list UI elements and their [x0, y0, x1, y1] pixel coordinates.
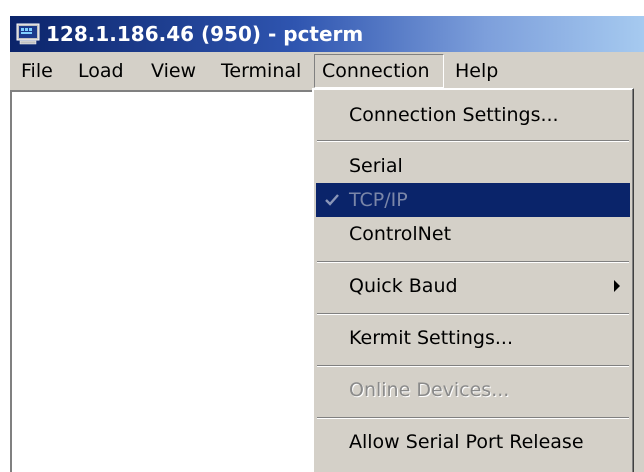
menu-item-controlnet[interactable]: ControlNet [316, 217, 630, 251]
menu-load[interactable]: Load [71, 54, 131, 88]
menu-item-quick-baud[interactable]: Quick Baud [316, 269, 630, 303]
menu-separator [317, 140, 629, 142]
menu-view[interactable]: View [144, 54, 203, 88]
menu-separator [317, 417, 629, 419]
title-bar[interactable]: 128.1.186.46 (950) - pcterm [10, 16, 644, 52]
menu-separator [317, 365, 629, 367]
terminal-area[interactable] [10, 90, 320, 472]
connection-menu-dropdown: Connection Settings... Serial TCP/IP Con… [312, 88, 634, 472]
terminal-app-icon [16, 23, 40, 45]
menu-item-tcpip[interactable]: TCP/IP [316, 183, 630, 217]
menu-bar: File Load View Terminal Connection Help [10, 54, 644, 88]
menu-item-label: Serial [349, 155, 403, 177]
menu-item-label: ControlNet [349, 223, 452, 245]
submenu-arrow-icon [614, 280, 620, 292]
window-title: 128.1.186.46 (950) - pcterm [46, 22, 364, 46]
menu-separator [317, 313, 629, 315]
menu-item-label: Connection Settings... [349, 104, 559, 126]
menu-terminal[interactable]: Terminal [214, 54, 308, 88]
menu-separator [317, 261, 629, 263]
menu-item-label: TCP/IP [349, 189, 408, 211]
menu-connection[interactable]: Connection [314, 54, 444, 88]
menu-item-online-devices: Online Devices... [316, 373, 630, 407]
menu-item-serial[interactable]: Serial [316, 149, 630, 183]
checkmark-icon [325, 194, 339, 206]
menu-item-label: Allow Serial Port Release [349, 431, 584, 453]
menu-item-label: Online Devices... [349, 379, 510, 401]
menu-item-connection-settings[interactable]: Connection Settings... [316, 98, 630, 132]
menu-item-allow-serial-port-release[interactable]: Allow Serial Port Release [316, 425, 630, 459]
menu-item-kermit-settings[interactable]: Kermit Settings... [316, 321, 630, 355]
menu-help[interactable]: Help [448, 54, 505, 88]
menu-file[interactable]: File [14, 54, 60, 88]
menu-item-label: Quick Baud [349, 275, 458, 297]
menu-item-label: Kermit Settings... [349, 327, 514, 349]
app-window: 128.1.186.46 (950) - pcterm File Load Vi… [10, 16, 644, 472]
